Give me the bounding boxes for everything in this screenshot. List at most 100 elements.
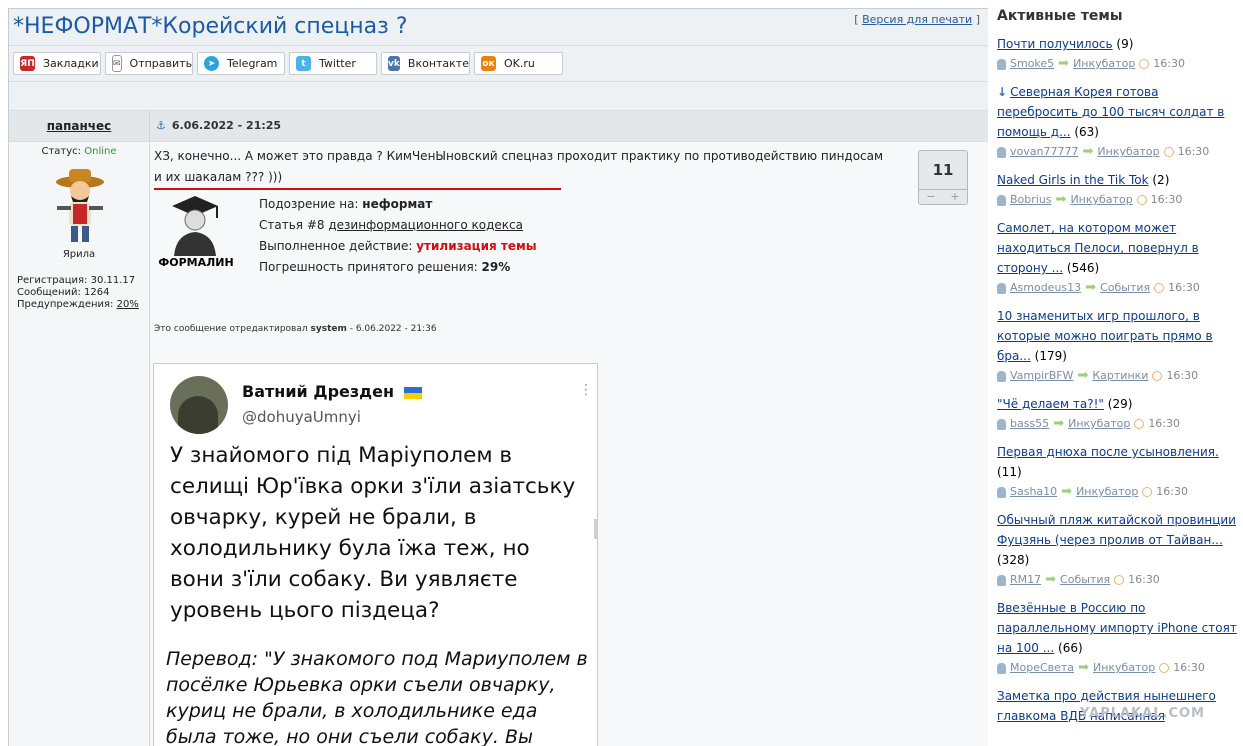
topic-item: Самолет, на котором может находиться Пел… <box>997 218 1237 298</box>
topic-link[interactable]: Обычный пляж китайской провинции Фуцзянь… <box>997 513 1236 547</box>
arrow-right-icon: ➡ <box>1078 660 1089 675</box>
msg-count: Сообщений: 1264 <box>17 287 110 298</box>
share-twitter-button[interactable]: t Twitter <box>289 52 377 75</box>
topic-meta: МореСвета ➡ Инкубатор 16:30 <box>997 658 1237 678</box>
topic-count: (11) <box>997 465 1022 479</box>
red-divider <box>154 188 561 190</box>
warn-value-link[interactable]: 20% <box>117 299 139 310</box>
topic-count: (29) <box>1107 397 1133 411</box>
edited-note: Это сообщение отредактировал system - 6.… <box>154 324 437 334</box>
topic-count: (63) <box>1074 125 1099 139</box>
topic-forum-link[interactable]: События <box>1060 570 1110 590</box>
topic-link[interactable]: Первая днюха после усыновления. <box>997 445 1219 459</box>
post-text: ХЗ, конечно... А может это правда ? КимЧ… <box>154 149 884 184</box>
topic-link[interactable]: Северная Корея готова перебросить до 100… <box>997 85 1224 139</box>
anchor-icon[interactable]: ⚓ <box>156 119 166 132</box>
topic-time: 16:30 <box>1166 369 1199 382</box>
edited-user: system <box>310 324 347 334</box>
post-author-link[interactable]: папанчес <box>47 119 112 133</box>
tweet-scrollbar[interactable] <box>594 519 597 539</box>
post-date: 6.06.2022 - 21:25 <box>171 119 282 132</box>
topic-meta: VampirBFW ➡ Картинки 16:30 <box>997 366 1237 386</box>
reg-date: Регистрация: 30.11.17 <box>17 275 136 286</box>
topic-meta: Smoke5 ➡ Инкубатор 16:30 <box>997 54 1237 74</box>
topic-link[interactable]: Почти получилось <box>997 37 1113 51</box>
user-stats: Регистрация: 30.11.17 Сообщений: 1264 Пр… <box>17 275 139 311</box>
clock-icon <box>1142 487 1153 497</box>
share-vk-button[interactable]: vk Вконтакте <box>381 52 470 75</box>
site-watermark: YAPLAKAL.COM <box>1080 706 1205 721</box>
yap-icon: ЯП <box>20 56 35 71</box>
mod-line-2: Статья #8 дезинформационного кодекса <box>259 215 537 236</box>
topic-link[interactable]: Naked Girls in the Tik Tok <box>997 173 1149 187</box>
topic-count: (179) <box>1034 349 1067 363</box>
tweet-body: У знайомого під Маріуполем в селищі Юр'ї… <box>170 443 576 623</box>
mod-article-link[interactable]: дезинформационного кодекса <box>328 218 523 232</box>
share-label: Отправить <box>129 57 193 70</box>
tweet-name: Ватний Дрезден <box>242 382 422 401</box>
post-header: папанчес ⚓ 6.06.2022 - 21:25 <box>9 111 988 142</box>
print-bracket-close: ] <box>975 13 980 26</box>
topic-forum-link[interactable]: Инкубатор <box>1073 54 1135 74</box>
topic-user-link[interactable]: Sasha10 <box>1010 482 1057 502</box>
more-icon[interactable]: ⋮ <box>579 383 593 397</box>
tweet-image[interactable]: Ватний Дрезден @dohuyaUmnyi ⋮ У знайомог… <box>153 363 598 746</box>
mod-value: 29% <box>481 260 511 274</box>
topic-time: 16:30 <box>1153 57 1185 70</box>
topic-item: 10 знаменитых игр прошлого, в которые мо… <box>997 306 1237 386</box>
print-version-link[interactable]: Версия для печати <box>862 13 972 26</box>
clock-icon <box>1139 59 1150 69</box>
rating-minus-button[interactable]: − <box>926 190 935 204</box>
mod-value: утилизация темы <box>416 239 537 253</box>
tweet-handle: @dohuyaUmnyi <box>242 408 361 426</box>
twitter-icon: t <box>296 56 311 71</box>
topic-item: Naked Girls in the Tik Tok (2) Bobrius ➡ Ин… <box>997 170 1237 210</box>
share-send-button[interactable]: ✉ Отправить <box>105 52 193 75</box>
arrow-right-icon: ➡ <box>1082 144 1094 159</box>
user-icon <box>997 58 1006 70</box>
topic-count: (328) <box>997 553 1030 567</box>
share-bookmarks-button[interactable]: ЯП Закладки <box>13 52 101 75</box>
topic-link[interactable]: 10 знаменитых игр прошлого, в которые мо… <box>997 309 1213 363</box>
topic-forum-link[interactable]: Картинки <box>1092 366 1148 386</box>
rating-value: 11 <box>932 161 954 179</box>
mod-label: Выполненное действие: <box>259 239 413 253</box>
topic-time: 16:30 <box>1168 281 1200 294</box>
topic-forum-link[interactable]: Инкубатор <box>1093 658 1155 678</box>
arrow-right-icon: ➡ <box>1085 280 1097 295</box>
topic-user-link[interactable]: Bobrius <box>1010 190 1052 210</box>
topic-forum-link[interactable]: Инкубатор <box>1070 190 1132 210</box>
topic-count: (2) <box>1152 173 1170 187</box>
share-label: Закладки <box>43 57 99 70</box>
topic-user-link[interactable]: bass55 <box>1010 414 1049 434</box>
topic-user-link[interactable]: VampirBFW <box>1010 366 1073 386</box>
topic-meta: bass55 ➡ Инкубатор 16:30 <box>997 414 1237 434</box>
topic-user-link[interactable]: МореСвета <box>1010 658 1074 678</box>
clock-icon <box>1159 663 1170 673</box>
topic-meta: Bobrius ➡ Инкубатор 16:30 <box>997 190 1237 210</box>
rating-plus-button[interactable]: + <box>950 190 959 204</box>
share-ok-button[interactable]: ок OK.ru <box>474 52 563 75</box>
topic-link[interactable]: "Чё делаем та?!" <box>997 397 1104 411</box>
topic-link[interactable]: Ввезённые в Россию по параллельному импо… <box>997 601 1237 655</box>
topic-user-link[interactable]: vovan77777 <box>1010 142 1078 162</box>
main-panel: *НЕФОРМАТ*Корейский спецназ ? [ Версия д… <box>8 8 988 746</box>
topic-user-link[interactable]: Asmodeus13 <box>1010 278 1081 298</box>
sidebar-title: Активные темы <box>997 8 1123 24</box>
arrow-down-icon: ↓ <box>997 85 1008 99</box>
topic-forum-link[interactable]: Инкубатор <box>1068 414 1130 434</box>
topic-forum-link[interactable]: Инкубатор <box>1097 142 1159 162</box>
topic-user-link[interactable]: Smoke5 <box>1010 54 1054 74</box>
envelope-icon: ✉ <box>112 55 122 72</box>
user-rank: Ярила <box>62 249 96 260</box>
topic-user-link[interactable]: RM17 <box>1010 570 1041 590</box>
topic-meta: RM17 ➡ События 16:30 <box>997 570 1237 590</box>
topic-forum-link[interactable]: Инкубатор <box>1076 482 1138 502</box>
share-telegram-button[interactable]: ➤ Telegram <box>197 52 285 75</box>
share-label: Вконтакте <box>407 57 469 70</box>
avatar <box>49 164 111 246</box>
topic-forum-link[interactable]: События <box>1100 278 1150 298</box>
mod-label: Погрешность принятого решения: <box>259 260 478 274</box>
topic-meta: vovan77777 ➡ Инкубатор 16:30 <box>997 142 1237 162</box>
rating-box: 11 − + <box>918 150 968 205</box>
